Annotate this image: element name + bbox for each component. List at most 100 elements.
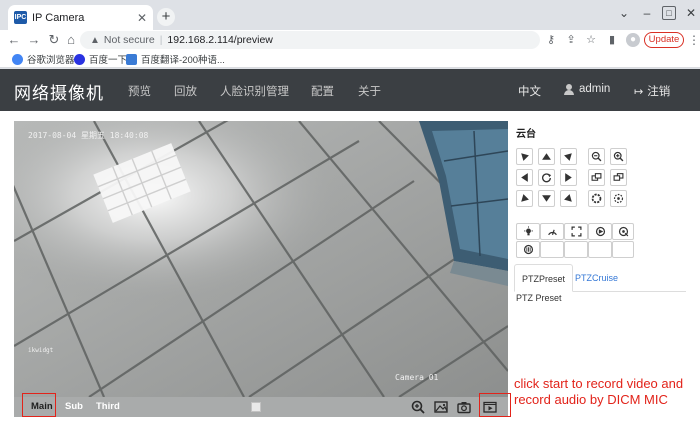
arrow-right-icon bbox=[565, 173, 572, 182]
user-icon bbox=[564, 83, 574, 95]
ptz-left-button[interactable] bbox=[516, 169, 533, 186]
live-video[interactable]: 2017-08-04 星期五 18:40:08 ikwidgt Camera 0… bbox=[14, 121, 508, 397]
iris-close-button[interactable] bbox=[610, 190, 627, 207]
aux-slot-2[interactable] bbox=[564, 241, 588, 258]
aux-slot-1[interactable] bbox=[540, 241, 564, 258]
tab-ptz-preset[interactable]: PTZPreset bbox=[514, 264, 574, 292]
arrow-left-icon bbox=[521, 173, 528, 182]
ptz-preset-label: PTZ Preset bbox=[516, 293, 562, 303]
ptz-right-button[interactable] bbox=[560, 169, 577, 186]
profile-avatar-icon[interactable]: ● bbox=[626, 33, 640, 47]
user-menu[interactable]: admin bbox=[564, 83, 610, 95]
fullscreen-button[interactable] bbox=[564, 223, 588, 240]
arrow-down-icon bbox=[542, 195, 551, 202]
back-icon[interactable]: ← bbox=[6, 32, 22, 48]
nav-preview[interactable]: 预览 bbox=[128, 83, 151, 99]
forward-icon[interactable]: → bbox=[26, 32, 42, 48]
stream-third-button[interactable]: Third bbox=[96, 401, 120, 412]
iris-open-button[interactable] bbox=[588, 190, 605, 207]
arrow-up-right-icon bbox=[564, 153, 572, 161]
baidu-translate-icon bbox=[126, 53, 137, 65]
security-status: Not secure bbox=[103, 34, 155, 46]
heater-button[interactable] bbox=[516, 241, 540, 258]
focus-near-icon bbox=[591, 173, 602, 181]
arrow-up-left-icon bbox=[521, 153, 529, 161]
url-text: 192.168.2.114/preview bbox=[167, 34, 273, 46]
ptz-down-left-button[interactable] bbox=[516, 190, 533, 207]
aux-slot-3[interactable] bbox=[588, 241, 612, 258]
ptz-up-left-button[interactable] bbox=[516, 148, 533, 165]
tab-ptz-cruise[interactable]: PTZCruise bbox=[568, 264, 625, 292]
arrow-down-left-icon bbox=[521, 194, 529, 202]
logout-button[interactable]: ↦ 注销 bbox=[634, 83, 670, 99]
baidu-paw-icon bbox=[74, 53, 85, 65]
stream-sub-button[interactable]: Sub bbox=[65, 401, 83, 412]
image-icon[interactable] bbox=[433, 399, 449, 415]
auto-tracking-button[interactable] bbox=[612, 223, 634, 240]
arrow-up-icon bbox=[542, 153, 551, 160]
ipc-favicon-icon: IPC bbox=[14, 11, 27, 24]
new-tab-button[interactable]: + bbox=[157, 8, 175, 26]
wiper-button[interactable] bbox=[540, 223, 564, 240]
ptz-down-button[interactable] bbox=[538, 190, 555, 207]
bookmark-label: 谷歌浏览器 bbox=[27, 55, 75, 66]
update-button[interactable]: Update bbox=[644, 32, 684, 48]
bookmark-star-icon[interactable]: ☆ bbox=[584, 33, 598, 47]
video-frame-image bbox=[14, 121, 508, 397]
focus-near-button[interactable] bbox=[588, 169, 605, 186]
maximize-icon[interactable]: □ bbox=[662, 6, 676, 20]
ptz-up-right-button[interactable] bbox=[560, 148, 577, 165]
username: admin bbox=[579, 83, 611, 95]
focus-far-icon bbox=[613, 173, 624, 181]
preset-goto-button[interactable] bbox=[588, 223, 612, 240]
target-arrow-icon bbox=[595, 226, 605, 237]
bookmark-item[interactable]: 谷歌浏览器 bbox=[12, 52, 75, 66]
language-switch[interactable]: 中文 bbox=[518, 83, 541, 99]
light-button[interactable] bbox=[516, 223, 540, 240]
highlight-record-button bbox=[479, 393, 511, 417]
zoom-out-button[interactable] bbox=[588, 148, 605, 165]
browser-tab[interactable]: IPC IP Camera ✕ bbox=[8, 5, 153, 30]
key-icon[interactable]: ⚷ bbox=[544, 33, 558, 47]
video-control-bar: Main Sub Third bbox=[14, 397, 508, 417]
home-icon[interactable]: ⌂ bbox=[63, 32, 79, 48]
more-menu-icon[interactable]: ⋮ bbox=[688, 32, 700, 48]
side-panel-icon[interactable]: ▮ bbox=[605, 33, 619, 47]
app-header: 网络摄像机 预览 回放 人脸识别管理 配置 关于 中文 admin ↦ 注销 bbox=[0, 69, 700, 111]
nav-config[interactable]: 配置 bbox=[311, 83, 334, 99]
logout-label: 注销 bbox=[647, 86, 671, 98]
bookmark-item[interactable]: 百度翻译-200种语... bbox=[126, 52, 225, 66]
tracking-icon bbox=[618, 226, 628, 237]
browser-tabstrip: IPC IP Camera ✕ + ⌄ – □ ✕ bbox=[0, 0, 700, 30]
share-icon[interactable]: ⇪ bbox=[564, 33, 578, 47]
ptz-title: 云台 bbox=[516, 129, 536, 140]
arrow-down-right-icon bbox=[564, 194, 572, 202]
ptz-up-button[interactable] bbox=[538, 148, 555, 165]
bookmark-item[interactable]: 百度一下 bbox=[74, 52, 127, 66]
logout-icon: ↦ bbox=[634, 85, 644, 98]
bookmarks-bar: 谷歌浏览器 百度一下 百度翻译-200种语... bbox=[0, 50, 700, 68]
tab-title: IP Camera bbox=[32, 11, 85, 24]
zoom-in-button[interactable] bbox=[610, 148, 627, 165]
focus-far-button[interactable] bbox=[610, 169, 627, 186]
reload-icon[interactable]: ↻ bbox=[46, 32, 62, 48]
nav-playback[interactable]: 回放 bbox=[174, 83, 197, 99]
minimize-icon[interactable]: – bbox=[640, 6, 654, 20]
camera-snapshot-icon[interactable] bbox=[456, 399, 472, 415]
close-tab-icon[interactable]: ✕ bbox=[137, 11, 147, 25]
ptz-down-right-button[interactable] bbox=[560, 190, 577, 207]
refresh-icon bbox=[542, 173, 552, 183]
nav-face-recognition[interactable]: 人脸识别管理 bbox=[220, 83, 289, 99]
ptz-auto-button[interactable] bbox=[538, 169, 555, 186]
zoom-in-icon[interactable] bbox=[410, 399, 426, 415]
bookmark-label: 百度翻译-200种语... bbox=[141, 55, 225, 66]
nav-about[interactable]: 关于 bbox=[358, 83, 381, 99]
warning-icon: ▲ bbox=[90, 34, 100, 46]
stop-square-icon[interactable] bbox=[251, 402, 261, 412]
aux-slot-4[interactable] bbox=[612, 241, 634, 258]
chevron-down-icon[interactable]: ⌄ bbox=[617, 6, 631, 20]
window-close-icon[interactable]: ✕ bbox=[684, 6, 698, 20]
address-bar[interactable]: ▲ Not secure | 192.168.2.114/preview bbox=[80, 31, 540, 49]
zoom-in-icon bbox=[613, 151, 624, 162]
light-bulb-icon bbox=[523, 226, 533, 236]
